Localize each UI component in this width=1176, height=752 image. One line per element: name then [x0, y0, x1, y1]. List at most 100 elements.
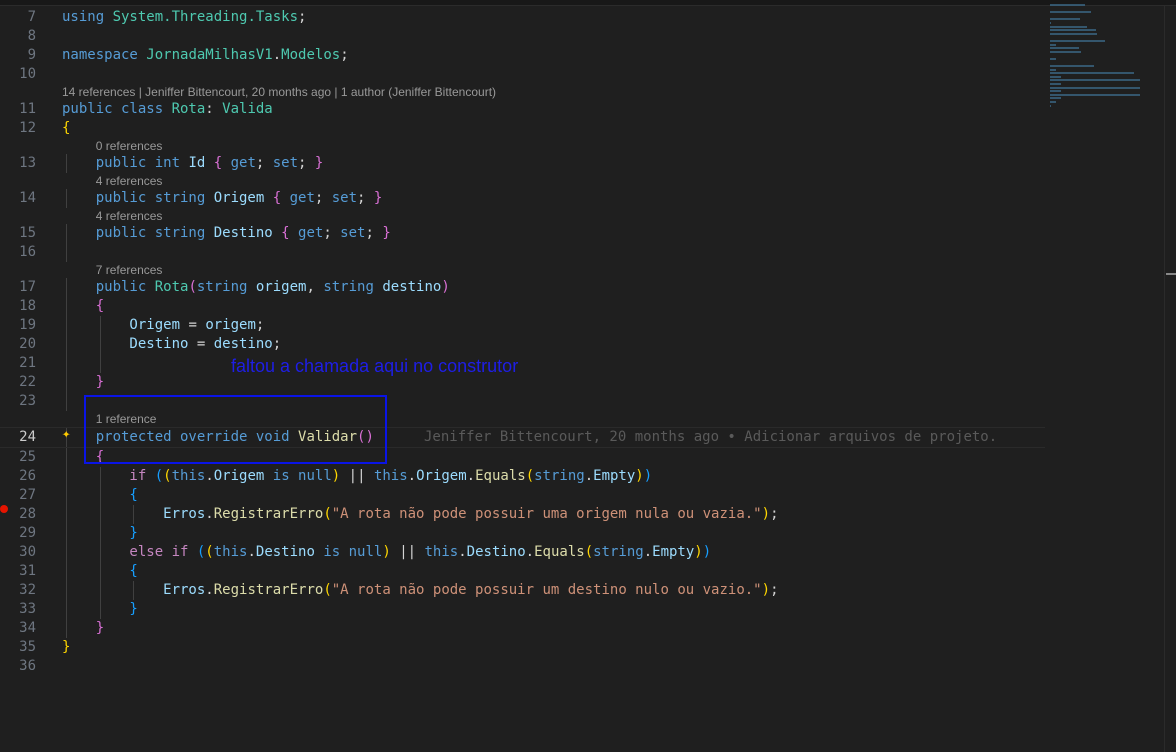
code-line[interactable]: 34 } [0, 619, 1045, 638]
code-line[interactable]: 27 { [0, 486, 1045, 505]
code-token: Equals [475, 468, 526, 484]
code-line[interactable]: 11 public class Rota: Valida [0, 100, 1045, 119]
code-token: destino [382, 279, 442, 295]
line-number: 19 [19, 317, 36, 333]
code-token: public [62, 279, 155, 295]
code-token: ) [643, 468, 653, 484]
code-token: { [62, 120, 71, 136]
code-token: get [289, 190, 315, 206]
code-line[interactable]: 15 public string Destino { get; set; } [0, 224, 1045, 243]
code-token: . [525, 544, 535, 560]
codelens[interactable]: 0 references [0, 138, 1045, 154]
line-number: 26 [19, 468, 36, 484]
code-line[interactable]: 8 [0, 27, 1045, 46]
code-token: get [230, 155, 256, 171]
code-line[interactable]: 22 } [0, 373, 1045, 392]
code-token: ( [323, 582, 332, 598]
code-line[interactable]: 7 using System.Threading.Tasks; [0, 8, 1045, 27]
code-line[interactable]: 31 { [0, 562, 1045, 581]
codelens[interactable]: 7 references [0, 262, 1045, 278]
code-editor[interactable]: 7 using System.Threading.Tasks; 8 9 namespac… [0, 8, 1045, 676]
code-token: . [205, 582, 214, 598]
code-token: || [340, 468, 374, 484]
minimap[interactable] [1050, 4, 1142, 107]
code-token: ( [323, 506, 332, 522]
code-token: . [643, 544, 653, 560]
code-line[interactable]: 18 { [0, 297, 1045, 316]
code-line[interactable]: 10 [0, 65, 1045, 84]
code-token: } [373, 190, 383, 206]
code-token: ) [694, 544, 703, 560]
code-line[interactable]: 13 public int Id { get; set; } [0, 154, 1045, 173]
code-line[interactable]: 20 Destino = destino; [0, 335, 1045, 354]
copilot-sparkle-icon[interactable]: ✦ [62, 426, 70, 442]
code-line[interactable]: 28 Erros.RegistrarErro("A rota não pode … [0, 505, 1045, 524]
code-token: RegistrarErro [213, 506, 324, 522]
code-text: { [62, 119, 70, 138]
code-token: ) [761, 506, 771, 522]
minimap-line [1050, 39, 1106, 42]
code-line[interactable]: 12 { [0, 119, 1045, 138]
code-line[interactable]: 26 if ((this.Origem is null) || this.Ori… [0, 467, 1045, 486]
code-text: } [62, 600, 138, 619]
code-line[interactable]: 9 namespace JornadaMilhasV1.Modelos; [0, 46, 1045, 65]
line-number: 29 [19, 525, 36, 541]
code-line[interactable]: 35} [0, 638, 1045, 657]
code-line[interactable]: 14 public string Origem { get; set; } [0, 189, 1045, 208]
code-token: } [62, 374, 105, 390]
code-text: Destino = destino; [62, 335, 281, 354]
code-token: Equals [534, 544, 585, 560]
code-line[interactable]: 32 Erros.RegistrarErro("A rota não pode … [0, 581, 1045, 600]
codelens[interactable]: 4 references [0, 208, 1045, 224]
line-number: 27 [19, 487, 36, 503]
code-text: public Rota(string origem, string destin… [62, 278, 450, 297]
minimap-line [1050, 47, 1079, 50]
code-line[interactable]: 29 } [0, 524, 1045, 543]
code-token: } [62, 601, 138, 617]
code-line[interactable]: 21 [0, 354, 1045, 373]
indent-guide [66, 243, 67, 262]
minimap-line [1050, 79, 1140, 82]
code-text: public class Rota: Valida [62, 100, 273, 119]
code-token: Modelos [281, 47, 341, 63]
code-token: } [62, 525, 138, 541]
code-token: ; [770, 582, 779, 598]
minimap-line [1050, 83, 1061, 86]
code-token: ) [635, 468, 644, 484]
code-token: string [323, 279, 383, 295]
minimap-line [1050, 101, 1056, 104]
line-number: 15 [19, 225, 36, 241]
code-text: namespace JornadaMilhasV1.Modelos; [62, 46, 349, 65]
line-number: 24 [19, 429, 36, 445]
code-token: ; [272, 336, 282, 352]
minimap-line [1050, 29, 1096, 32]
code-token: ; [365, 225, 383, 241]
indent-guide [66, 354, 67, 373]
code-line[interactable]: 17 public Rota(string origem, string des… [0, 278, 1045, 297]
code-line[interactable]: 19 Origem = origem; [0, 316, 1045, 335]
codelens[interactable]: 14 references | Jeniffer Bittencourt, 20… [0, 84, 1045, 100]
code-line[interactable]: 36 [0, 657, 1045, 676]
vertical-scrollbar[interactable] [1164, 5, 1176, 752]
line-number: 30 [19, 544, 36, 560]
line-number: 20 [19, 336, 36, 352]
code-token: public class [62, 101, 172, 117]
code-token: Destino [213, 225, 282, 241]
code-token: this [213, 544, 248, 560]
code-text: if ((this.Origem is null) || this.Origem… [62, 467, 652, 486]
code-token: Origem [62, 317, 181, 333]
code-line[interactable]: 16 [0, 243, 1045, 262]
code-token: ; [298, 155, 315, 171]
code-token: get [298, 225, 324, 241]
code-token: else if [62, 544, 197, 560]
breakpoint-icon[interactable] [0, 505, 8, 513]
code-line[interactable]: 33 } [0, 600, 1045, 619]
code-text: using System.Threading.Tasks; [62, 8, 306, 27]
top-tab-strip [0, 0, 1176, 6]
line-number: 18 [19, 298, 36, 314]
codelens[interactable]: 4 references [0, 173, 1045, 189]
scrollbar-thumb[interactable] [1166, 273, 1176, 275]
code-token: if [62, 468, 155, 484]
code-line[interactable]: 30 else if ((this.Destino is null) || th… [0, 543, 1045, 562]
code-token: this [171, 468, 206, 484]
